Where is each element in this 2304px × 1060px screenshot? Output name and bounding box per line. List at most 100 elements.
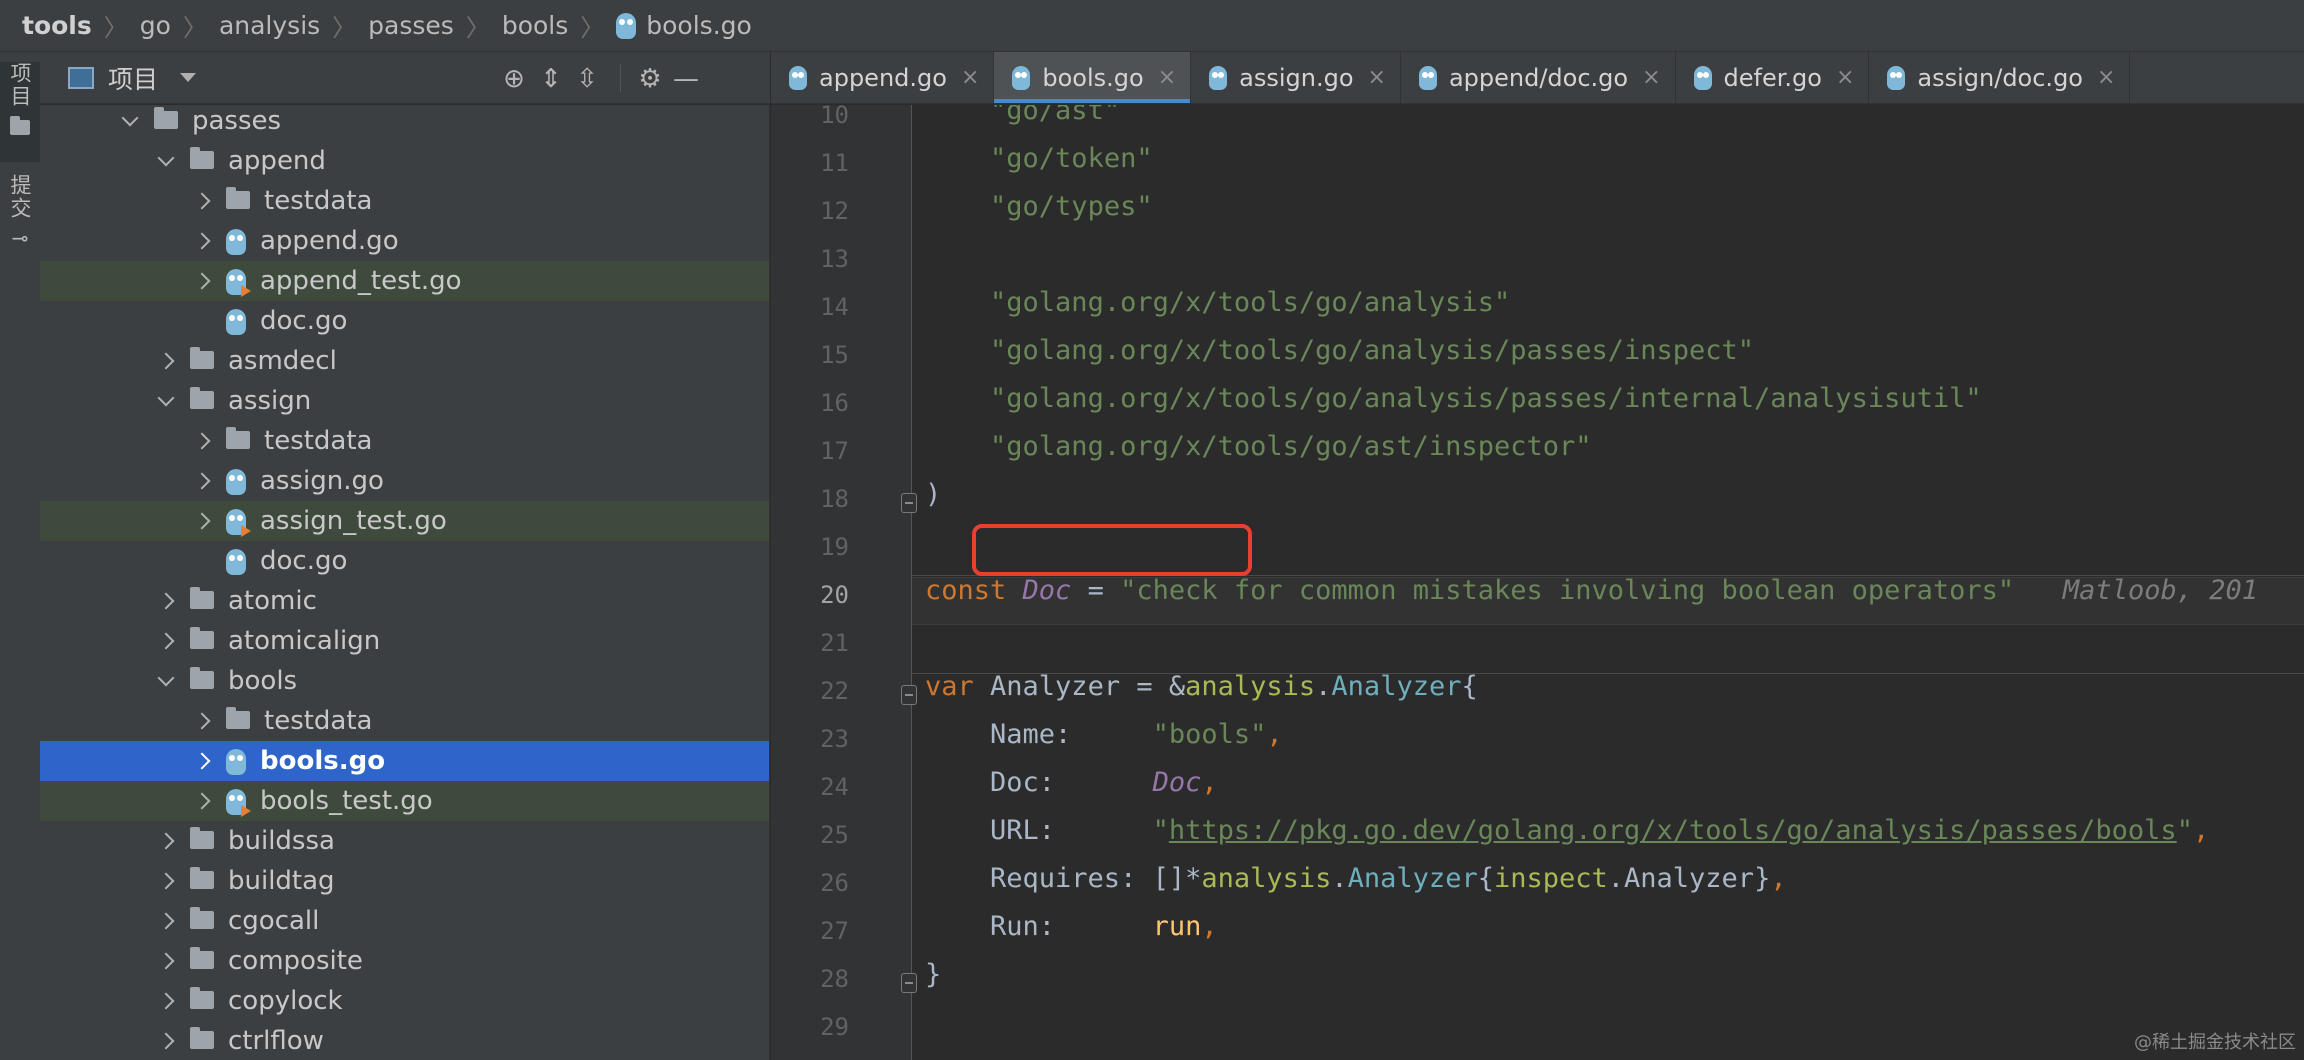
code-token: . <box>1315 671 1332 702</box>
chevron-right-icon[interactable] <box>193 192 211 210</box>
chevron-right-icon[interactable] <box>193 752 211 770</box>
code-token: URL: <box>925 815 1153 846</box>
breadcrumb-separator: 〉 <box>332 14 357 42</box>
go-file-icon <box>226 748 246 775</box>
editor-tab[interactable]: assign.go × <box>1191 52 1401 103</box>
tree-row[interactable]: buildssa <box>40 821 769 861</box>
project-tool-tab[interactable]: 项目 <box>0 62 40 162</box>
close-icon[interactable]: × <box>961 65 979 90</box>
gear-icon[interactable]: ⚙ <box>636 64 664 94</box>
chevron-right-icon[interactable] <box>157 872 175 890</box>
annotation-highlight-box <box>972 524 1252 576</box>
chevron-right-icon[interactable] <box>193 512 211 530</box>
editor-tab[interactable]: defer.go × <box>1676 52 1870 103</box>
chevron-down-icon[interactable] <box>180 73 197 82</box>
close-icon[interactable]: × <box>1836 65 1854 90</box>
code-token: Analyzer <box>1331 671 1462 702</box>
hide-panel-icon[interactable]: — <box>672 64 700 94</box>
commit-tool-tab[interactable]: 提交 ⊸ <box>0 174 40 284</box>
breadcrumb-label: tools <box>22 11 92 40</box>
chevron-right-icon[interactable] <box>157 952 175 970</box>
tree-row[interactable]: assign <box>40 381 769 421</box>
breadcrumb-item[interactable]: passes <box>368 11 454 40</box>
tree-row[interactable]: append_test.go <box>40 261 769 301</box>
tree-row[interactable]: doc.go <box>40 541 769 581</box>
chevron-down-icon[interactable] <box>157 389 175 407</box>
tree-row[interactable]: append <box>40 141 769 181</box>
fold-marker-icon[interactable] <box>901 685 917 705</box>
chevron-right-icon[interactable] <box>193 232 211 250</box>
chevron-right-icon[interactable] <box>193 712 211 730</box>
chevron-right-icon[interactable] <box>193 472 211 490</box>
code-token: Doc <box>1152 767 1202 798</box>
breadcrumb-item[interactable]: bools <box>502 11 568 40</box>
line-number: 29 <box>820 1013 849 1041</box>
code-editor[interactable]: 10 "go/ast" 11 "go/token" 12 "go/types" 13 1… <box>771 105 2304 1060</box>
tree-item-label: bools_test.go <box>260 786 433 816</box>
code-line: Name: "bools", <box>925 719 1283 750</box>
chevron-right-icon[interactable] <box>157 592 175 610</box>
line-number: 13 <box>820 245 849 273</box>
chevron-right-icon[interactable] <box>157 1032 175 1050</box>
chevron-right-icon[interactable] <box>157 912 175 930</box>
line-number: 26 <box>820 869 849 897</box>
chevron-right-icon[interactable] <box>193 432 211 450</box>
go-file-icon <box>1887 65 1906 90</box>
tree-row[interactable]: doc.go <box>40 301 769 341</box>
tree-row[interactable]: append.go <box>40 221 769 261</box>
tree-item-label: doc.go <box>260 306 348 336</box>
breadcrumb-item[interactable]: tools <box>22 11 92 40</box>
tree-row[interactable]: ctrlflow <box>40 1021 769 1060</box>
close-icon[interactable]: × <box>1368 65 1386 90</box>
code-token: analysis <box>1201 863 1332 894</box>
tree-row[interactable]: bools_test.go <box>40 781 769 821</box>
tree-row[interactable]: testdata <box>40 421 769 461</box>
folder-icon <box>190 827 214 849</box>
editor-tab[interactable]: assign/doc.go × <box>1869 52 2131 103</box>
chevron-right-icon[interactable] <box>157 832 175 850</box>
tree-row[interactable]: bools <box>40 661 769 701</box>
breadcrumb-item[interactable]: go <box>140 11 171 40</box>
close-icon[interactable]: × <box>1642 65 1660 90</box>
tree-row[interactable]: asmdecl <box>40 341 769 381</box>
code-token: ) <box>925 479 942 510</box>
fold-marker-icon[interactable] <box>901 493 917 513</box>
code-token: inspect <box>1493 863 1608 894</box>
chevron-right-icon[interactable] <box>193 272 211 290</box>
chevron-down-icon[interactable] <box>121 109 139 127</box>
code-token: . <box>1331 863 1348 894</box>
tree-row[interactable]: copylock <box>40 981 769 1021</box>
tree-row[interactable]: testdata <box>40 701 769 741</box>
fold-marker-icon[interactable] <box>901 973 917 993</box>
tree-row[interactable]: cgocall <box>40 901 769 941</box>
breadcrumb-item[interactable]: analysis <box>219 11 320 40</box>
tree-row[interactable]: atomicalign <box>40 621 769 661</box>
close-icon[interactable]: × <box>1158 65 1176 90</box>
locate-file-icon[interactable]: ⊕ <box>500 64 528 94</box>
chevron-down-icon[interactable] <box>157 669 175 687</box>
editor-tab[interactable]: append.go × <box>771 52 995 103</box>
chevron-down-icon[interactable] <box>157 149 175 167</box>
tree-row[interactable]: buildtag <box>40 861 769 901</box>
tree-row[interactable]: testdata <box>40 181 769 221</box>
chevron-right-icon[interactable] <box>157 352 175 370</box>
tree-row[interactable]: assign_test.go <box>40 501 769 541</box>
editor-tab[interactable]: bools.go × <box>994 52 1192 103</box>
chevron-right-icon[interactable] <box>157 632 175 650</box>
editor-tab[interactable]: append/doc.go × <box>1401 52 1676 103</box>
chevron-right-icon[interactable] <box>157 992 175 1010</box>
code-token: , <box>2192 815 2210 846</box>
code-token: , <box>1201 767 1218 798</box>
tree-row[interactable]: composite <box>40 941 769 981</box>
expand-all-icon[interactable]: ⇕ <box>537 64 565 94</box>
tree-row[interactable]: assign.go <box>40 461 769 501</box>
breadcrumb-item[interactable]: bools.go <box>616 11 752 40</box>
tree-row[interactable]: passes <box>40 105 769 141</box>
close-icon[interactable]: × <box>2097 65 2115 90</box>
chevron-right-icon[interactable] <box>193 792 211 810</box>
tree-row[interactable]: atomic <box>40 581 769 621</box>
collapse-all-icon[interactable]: ⇳ <box>573 64 601 94</box>
tree-row[interactable]: bools.go <box>40 741 769 781</box>
editor-tabs: append.go × bools.go × assign.go × append/doc.… <box>771 52 2304 104</box>
folder-icon <box>190 1027 214 1049</box>
